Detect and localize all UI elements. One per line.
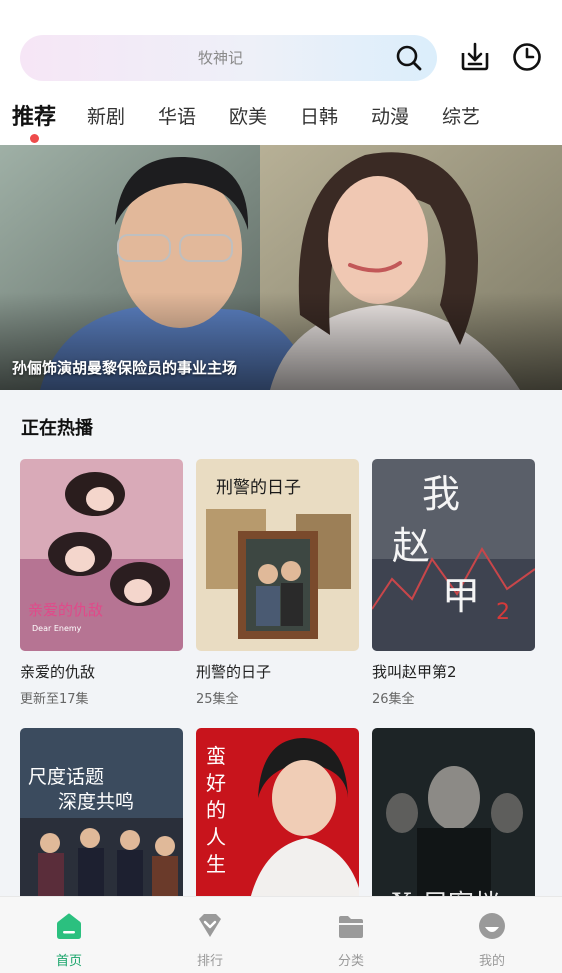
show-title: 刑警的日子 xyxy=(196,663,272,681)
folder-icon xyxy=(339,916,363,938)
svg-text:尺度话题: 尺度话题 xyxy=(28,766,104,788)
home-icon xyxy=(57,913,81,939)
show-card[interactable]: 蛮 好 的 人 生 xyxy=(196,728,359,896)
svg-text:好: 好 xyxy=(206,771,226,795)
tab-western[interactable]: 欧美 xyxy=(229,102,267,129)
show-card[interactable]: 尺度话题 深度共鸣 xyxy=(20,728,183,896)
banner-image xyxy=(0,145,562,390)
search-bar[interactable]: 牧神记 xyxy=(20,35,437,81)
nav-profile[interactable]: 我的 xyxy=(447,897,537,973)
poster-title-text: 亲爱的仇敌 xyxy=(28,601,103,619)
show-card[interactable]: 亲爱的仇敌 Dear Enemy 亲爱的仇敌 更新至17集 xyxy=(20,459,183,707)
tab-recommend[interactable]: 推荐 xyxy=(12,99,56,131)
show-episode-status: 26集全 xyxy=(372,692,415,707)
show-poster: 亲爱的仇敌 Dear Enemy xyxy=(20,459,183,651)
poster-subtitle-text: Dear Enemy xyxy=(32,624,82,633)
svg-text:的: 的 xyxy=(206,798,226,822)
bottom-nav: 首页 排行 分类 我的 xyxy=(0,896,562,973)
nav-home[interactable]: 首页 xyxy=(24,897,114,973)
svg-text:人: 人 xyxy=(206,825,226,849)
svg-text:我: 我 xyxy=(422,472,460,516)
poster-title-text: 刑警的日子 xyxy=(216,478,301,498)
tab-japan-korea[interactable]: 日韩 xyxy=(300,102,338,129)
profile-icon xyxy=(479,913,505,939)
show-card[interactable]: 我 赵 甲 2 我叫赵甲第2 26集全 xyxy=(372,459,535,707)
nav-label: 首页 xyxy=(55,954,82,969)
tab-anime[interactable]: 动漫 xyxy=(371,102,409,129)
category-tabs: 推荐 新剧 华语 欧美 日韩 动漫 综艺 xyxy=(0,96,562,143)
svg-text:生: 生 xyxy=(206,852,226,876)
svg-text:2: 2 xyxy=(496,600,510,625)
show-poster: X 尼密档 xyxy=(372,728,535,896)
nav-label: 我的 xyxy=(478,954,505,969)
nav-category[interactable]: 分类 xyxy=(306,897,396,973)
svg-text:深度共鸣: 深度共鸣 xyxy=(58,791,134,813)
tab-variety[interactable]: 综艺 xyxy=(442,102,480,129)
show-poster: 蛮 好 的 人 生 xyxy=(196,728,359,896)
show-episode-status: 更新至17集 xyxy=(20,692,89,707)
show-title: 我叫赵甲第2 xyxy=(372,663,457,681)
show-poster: 我 赵 甲 2 xyxy=(372,459,535,651)
nav-ranking[interactable]: 排行 xyxy=(165,897,255,973)
nav-label: 排行 xyxy=(196,954,223,969)
section-title: 正在热播 xyxy=(21,418,93,439)
active-tab-indicator xyxy=(30,134,39,143)
rank-icon xyxy=(199,914,221,937)
svg-text:赵: 赵 xyxy=(392,524,430,568)
featured-banner[interactable]: 孙俪饰演胡曼黎保险员的事业主场 xyxy=(0,145,562,390)
top-header: 牧神记 推荐 新剧 华语 欧美 日韩 动漫 综艺 xyxy=(0,0,562,145)
show-card[interactable]: 刑警的日子 刑警的日子 25集全 xyxy=(196,459,359,707)
show-poster: 尺度话题 深度共鸣 xyxy=(20,728,183,896)
main-content: 正在热播 亲爱的仇敌 Dear Enemy 亲爱的仇敌 更新至17集 刑警的日子… xyxy=(0,390,562,896)
tab-chinese[interactable]: 华语 xyxy=(158,102,196,129)
show-poster: 刑警的日子 xyxy=(196,459,359,651)
svg-text:X: X xyxy=(392,887,412,896)
show-card[interactable]: X 尼密档 xyxy=(372,728,535,896)
search-placeholder[interactable]: 牧神记 xyxy=(20,47,377,68)
tab-new-drama[interactable]: 新剧 xyxy=(87,102,125,129)
svg-text:蛮: 蛮 xyxy=(206,744,226,768)
search-icon[interactable] xyxy=(395,44,423,72)
download-icon[interactable] xyxy=(458,40,492,74)
clock-icon[interactable] xyxy=(510,40,544,74)
show-episode-status: 25集全 xyxy=(196,692,239,707)
banner-caption: 孙俪饰演胡曼黎保险员的事业主场 xyxy=(12,359,238,377)
svg-text:甲: 甲 xyxy=(442,574,480,618)
nav-label: 分类 xyxy=(337,954,364,969)
show-title: 亲爱的仇敌 xyxy=(20,663,96,681)
